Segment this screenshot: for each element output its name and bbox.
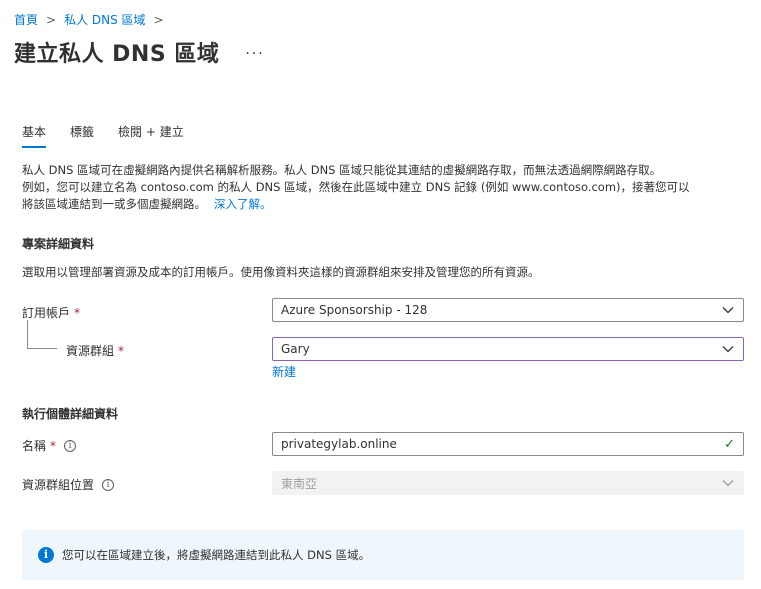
tree-connector-horizontal <box>27 348 57 349</box>
instance-details-heading: 執行個體詳細資料 <box>22 407 119 421</box>
info-circle-icon: i <box>38 547 54 563</box>
intro-line-2: 例如，您可以建立名為 contoso.com 的私人 DNS 區域，然後在此區域… <box>22 180 690 194</box>
project-details-description: 選取用以管理部署資源及成本的訂用帳戶。使用像資料夾這樣的資源群組來安排及管理您的… <box>22 265 540 279</box>
name-input[interactable]: privategylab.online ✓ <box>272 432 744 456</box>
intro-text: 私人 DNS 區域可在虛擬網路內提供名稱解析服務。私人 DNS 區域只能從其連結… <box>22 162 752 213</box>
required-marker: * <box>74 305 81 320</box>
chevron-down-icon <box>722 307 734 314</box>
location-label: 資源群組位置 i <box>22 476 115 493</box>
info-icon[interactable]: i <box>64 439 77 452</box>
info-banner: i 您可以在區域建立後，將虛擬網路連結到此私人 DNS 區域。 <box>22 530 744 580</box>
resource-group-dropdown[interactable]: Gary <box>272 337 744 361</box>
resource-group-label: 資源群組 * <box>66 342 124 359</box>
required-marker: * <box>50 438 57 453</box>
subscription-value: Azure Sponsorship - 128 <box>281 303 428 317</box>
learn-more-link[interactable]: 深入了解。 <box>214 197 272 211</box>
title-row: 建立私人 DNS 區域 ··· <box>14 36 265 68</box>
subscription-dropdown[interactable]: Azure Sponsorship - 128 <box>272 298 744 322</box>
subscription-label-text: 訂用帳戶 <box>22 306 71 320</box>
intro-line-3: 將該區域連結到一或多個虛擬網路。 深入了解。 <box>22 196 752 213</box>
location-label-text: 資源群組位置 <box>22 478 95 492</box>
chevron-right-icon: > <box>153 12 164 27</box>
intro-line-3-text: 將該區域連結到一或多個虛擬網路。 <box>22 197 206 211</box>
checkmark-icon: ✓ <box>724 436 735 452</box>
tab-review-create[interactable]: 檢閱 + 建立 <box>118 123 184 148</box>
project-details-heading: 專案詳細資料 <box>22 237 95 251</box>
intro-line-1: 私人 DNS 區域可在虛擬網路內提供名稱解析服務。私人 DNS 區域只能從其連結… <box>22 163 662 177</box>
location-value: 東南亞 <box>281 476 318 491</box>
required-marker: * <box>118 343 125 358</box>
tab-bar: 基本 標籤 檢閱 + 建立 <box>22 123 208 148</box>
subscription-label: 訂用帳戶 * <box>22 304 80 321</box>
tab-tags[interactable]: 標籤 <box>70 123 94 148</box>
name-label: * 名稱*i <box>22 437 77 454</box>
info-banner-text: 您可以在區域建立後，將虛擬網路連結到此私人 DNS 區域。 <box>62 548 371 562</box>
resource-group-label-text: 資源群組 <box>66 344 115 358</box>
chevron-right-icon: > <box>46 12 57 27</box>
more-options-icon[interactable]: ··· <box>245 46 264 62</box>
location-dropdown: 東南亞 <box>272 471 744 495</box>
chevron-down-icon <box>722 480 734 487</box>
name-label-caption: 名稱 <box>22 439 47 453</box>
page-title: 建立私人 DNS 區域 <box>14 42 220 67</box>
tree-connector-vertical <box>27 320 28 348</box>
breadcrumb-home-link[interactable]: 首頁 <box>14 11 38 28</box>
breadcrumb: 首頁 > 私人 DNS 區域 > <box>14 11 172 28</box>
info-icon[interactable]: i <box>102 478 115 491</box>
resource-group-value: Gary <box>281 342 310 356</box>
create-new-resource-group-link[interactable]: 新建 <box>272 363 296 380</box>
tab-basics[interactable]: 基本 <box>22 123 47 148</box>
breadcrumb-private-dns-link[interactable]: 私人 DNS 區域 <box>64 11 145 28</box>
name-input-value: privategylab.online <box>281 437 397 451</box>
chevron-down-icon <box>722 346 734 353</box>
